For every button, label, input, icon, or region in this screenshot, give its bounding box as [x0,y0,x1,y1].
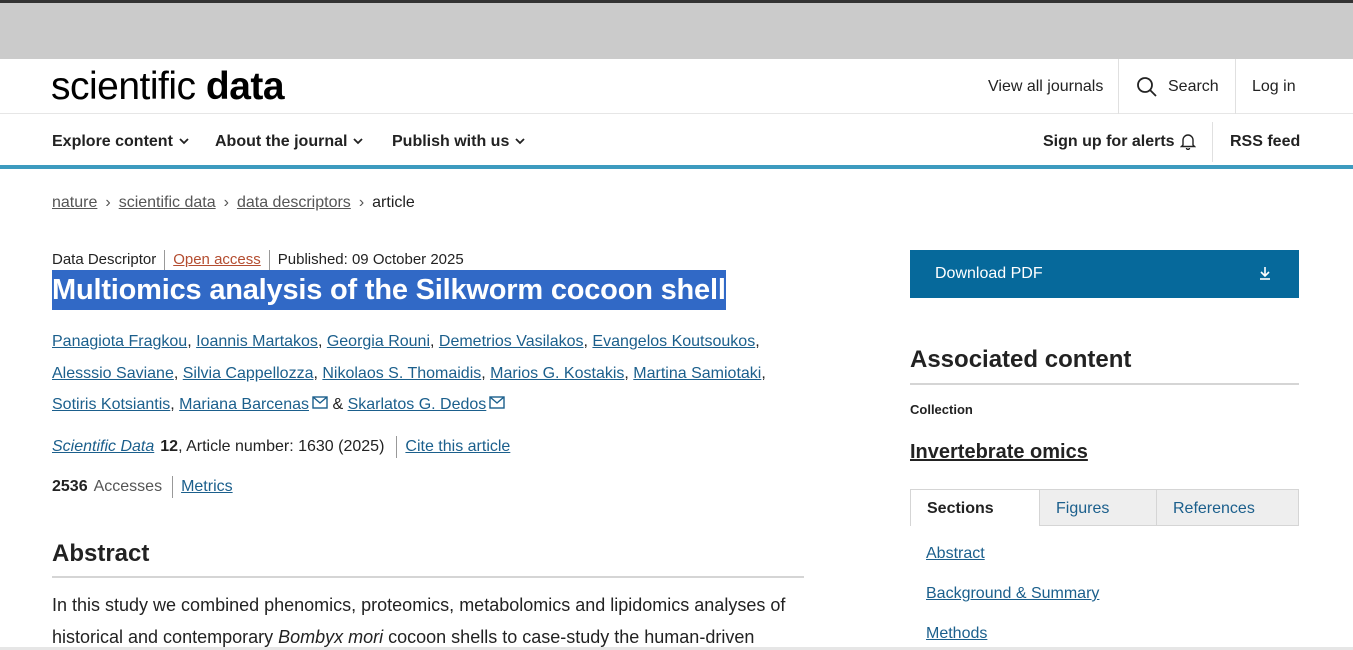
explore-content-label: Explore content [52,133,173,150]
breadcrumb-current: article [372,194,415,211]
article-meta: Data Descriptor Open access Published: 09 … [52,250,464,270]
main-nav: Explore content About the journal Publis… [0,114,1353,169]
citation-line: Scientific Data 12, Article number: 1630 … [52,436,510,458]
header-divider [1235,59,1236,114]
download-pdf-button[interactable]: Download PDF [910,250,1299,298]
header-divider [1118,59,1119,114]
cite-this-article-link[interactable]: Cite this article [405,438,510,455]
breadcrumb-data-descriptors[interactable]: data descriptors [237,194,351,211]
article-type: Data Descriptor [52,250,157,268]
section-link-methods[interactable]: Methods [926,622,1099,650]
author-link[interactable]: Silvia Cappellozza [183,365,314,382]
sidebar-tabs: Sections Figures References [910,489,1299,526]
sign-up-alerts-label: Sign up for alerts [1043,133,1175,150]
breadcrumb: nature › scientific data › data descriptors ›… [52,194,415,212]
sign-up-alerts-link[interactable]: Sign up for alerts [1043,114,1196,169]
section-link-abstract[interactable]: Abstract [926,542,1099,582]
author-link[interactable]: Martina Samiotaki [633,365,761,382]
accesses-count: 2536 [52,478,88,496]
abstract-part-2: cocoon shells to case-study the human-dr… [383,627,755,647]
email-icon[interactable] [489,396,506,409]
citation-divider [396,436,398,458]
publish-with-us-menu[interactable]: Publish with us [392,114,525,169]
author-link[interactable]: Sotiris Kotsiantis [52,396,170,413]
breadcrumb-scientific-data[interactable]: scientific data [119,194,216,211]
about-journal-menu[interactable]: About the journal [215,114,364,169]
author-link[interactable]: Georgia Rouni [327,333,430,350]
view-all-journals-link[interactable]: View all journals [988,59,1103,114]
article-number: , Article number: 1630 (2025) [178,438,385,456]
journal-link[interactable]: Scientific Data [52,438,154,455]
collection-label: Collection [910,402,973,417]
tab-references[interactable]: References [1156,489,1299,526]
search-icon [1137,76,1157,97]
chevron-right-icon: › [358,194,365,211]
accesses-label: Accesses [93,478,163,496]
section-links: Abstract Background & Summary Methods [926,542,1099,650]
author-link[interactable]: Ioannis Martakos [196,333,318,350]
open-access-link[interactable]: Open access [173,251,261,268]
associated-content-heading: Associated content [910,346,1299,385]
abstract-species: Bombyx mori [278,627,384,647]
chevron-down-icon [515,138,525,145]
author-link[interactable]: Mariana Barcenas [179,396,309,413]
publish-with-us-label: Publish with us [392,133,510,150]
explore-content-menu[interactable]: Explore content [52,114,189,169]
chevron-right-icon: › [223,194,229,211]
chevron-right-icon: › [105,194,111,211]
logo-light-text: scientific [51,65,196,108]
logo-bold-text: data [205,65,285,108]
section-link-background[interactable]: Background & Summary [926,582,1099,622]
chevron-down-icon [353,138,364,145]
author-link[interactable]: Alesssio Saviane [52,365,174,382]
published-date: Published: 09 October 2025 [277,250,464,268]
metrics-line: 2536 Accesses Metrics [52,476,233,498]
meta-divider [268,250,270,270]
author-link[interactable]: Nikolaos S. Thomaidis [322,365,481,382]
tab-figures[interactable]: Figures [1039,489,1157,526]
bell-icon [1179,134,1196,151]
chevron-down-icon [179,138,189,145]
metrics-link[interactable]: Metrics [181,478,233,495]
collection-link[interactable]: Invertebrate omics [910,441,1088,464]
search-label: Search [1168,78,1219,95]
author-link[interactable]: Demetrios Vasilakos [439,333,584,350]
abstract-text: In this study we combined phenomics, pro… [52,589,812,650]
author-joiner: & [332,396,344,413]
author-link[interactable]: Evangelos Koutsoukos [592,333,755,350]
site-header: scientific data View all journals Search… [0,59,1353,114]
author-link[interactable]: Panagiota Fragkou [52,333,187,350]
author-link[interactable]: Skarlatos G. Dedos [348,396,487,413]
abstract-heading: Abstract [52,540,804,578]
meta-divider [164,250,166,270]
login-link[interactable]: Log in [1252,59,1296,114]
tab-sections[interactable]: Sections [910,489,1040,526]
nav-divider [1212,122,1213,162]
metrics-divider [172,476,174,498]
download-pdf-label: Download PDF [935,265,1043,282]
journal-logo[interactable]: scientific data [51,65,285,108]
download-icon [1260,267,1270,280]
volume-number: 12 [160,438,179,456]
about-journal-label: About the journal [215,133,348,150]
rss-feed-link[interactable]: RSS feed [1230,114,1300,169]
search-button[interactable]: Search [1136,59,1219,114]
author-list: Panagiota Fragkou, Ioannis Martakos, Geo… [52,333,766,413]
author-link[interactable]: Marios G. Kostakis [490,365,624,382]
breadcrumb-nature[interactable]: nature [52,194,97,211]
email-icon[interactable] [312,396,328,409]
article-title: Multiomics analysis of the Silkworm coco… [52,270,726,310]
ad-banner-area [0,3,1353,59]
